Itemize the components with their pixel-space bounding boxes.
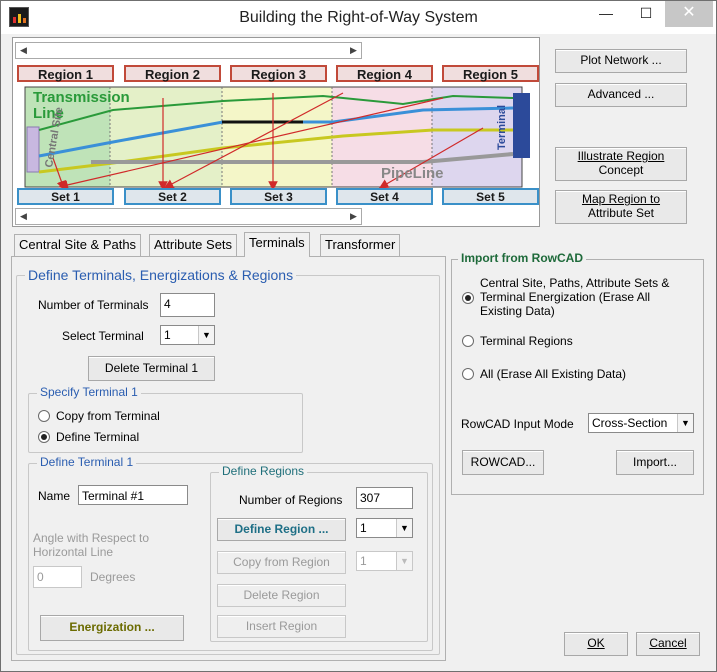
set-label-3: Set 3 (230, 188, 327, 205)
pipeline-text: PipeLine (381, 165, 444, 182)
import-option1-line3: Existing Data) (480, 304, 555, 318)
chevron-down-icon[interactable]: ▼ (677, 414, 693, 432)
chevron-down-icon[interactable]: ▼ (396, 552, 412, 570)
import-option-central-site-radio[interactable]: Central Site, Paths, Attribute Sets & Te… (462, 276, 698, 320)
scroll-left-icon[interactable]: ◀ (16, 209, 31, 224)
dialog-window: Building the Right-of-Way System — ☐ ✕ ◀… (0, 0, 717, 672)
cancel-label: Cancel (649, 636, 687, 651)
map-region-label-line2: Attribute Set (587, 206, 655, 220)
insert-region-button[interactable]: Insert Region (217, 615, 346, 638)
define-regions-group: Define Regions Number of Regions 307 Def… (210, 464, 428, 642)
copy-from-terminal-label: Copy from Terminal (56, 409, 160, 423)
delete-terminal-button[interactable]: Delete Terminal 1 (88, 356, 215, 381)
angle-label-line1: Angle with Respect to (33, 531, 150, 545)
transmission-text: Transmission (33, 89, 130, 106)
number-of-terminals-input[interactable]: 4 (160, 293, 215, 317)
energization-button[interactable]: Energization ... (40, 615, 184, 641)
rowcad-input-mode-label: RowCAD Input Mode (461, 417, 574, 431)
illustrate-region-label-line2: Concept (598, 163, 644, 177)
plot-network-button[interactable]: Plot Network ... (555, 49, 687, 73)
specify-terminal-group: Specify Terminal 1 Copy from Terminal De… (28, 385, 303, 453)
advanced-button[interactable]: Advanced ... (555, 83, 687, 107)
maximize-button[interactable]: ☐ (626, 1, 666, 27)
chevron-down-icon[interactable]: ▼ (396, 519, 412, 537)
import-option1-line1: Central Site, Paths, Attribute Sets & (480, 276, 670, 290)
define-region-value: 1 (360, 521, 367, 535)
chevron-down-icon[interactable]: ▼ (198, 326, 214, 344)
scroll-right-icon[interactable]: ▶ (346, 209, 361, 224)
select-terminal-dropdown[interactable]: 1 ▼ (160, 325, 215, 345)
central-site-bar (26, 126, 40, 173)
set-label-4: Set 4 (336, 188, 433, 205)
tab-central-site-paths[interactable]: Central Site & Paths (14, 234, 142, 256)
tab-terminals[interactable]: Terminals (244, 232, 310, 257)
define-terminals-group: Define Terminals, Energizations & Region… (16, 267, 440, 655)
import-button[interactable]: Import... (616, 450, 694, 475)
import-option3-label: All (Erase All Existing Data) (480, 367, 627, 381)
define-terminal-title: Define Terminal 1 (37, 455, 137, 469)
tab-transformer[interactable]: Transformer (320, 234, 401, 256)
ok-button[interactable]: OK (564, 632, 628, 656)
specify-terminal-title: Specify Terminal 1 (37, 385, 141, 399)
terminals-tab-panel: Define Terminals, Energizations & Region… (11, 256, 446, 661)
terminal-bar (513, 93, 530, 158)
define-region-button[interactable]: Define Region ... (217, 518, 346, 541)
import-option2-label: Terminal Regions (480, 334, 573, 348)
set-label-5: Set 5 (442, 188, 539, 205)
close-button[interactable]: ✕ (665, 1, 713, 27)
radio-button-icon[interactable] (38, 410, 50, 422)
copy-from-region-button[interactable]: Copy from Region (217, 551, 346, 574)
angle-label-line2: Horizontal Line (33, 545, 114, 559)
illustrate-region-concept-button[interactable]: Illustrate Region Concept (555, 147, 687, 181)
number-of-regions-label: Number of Regions (239, 493, 343, 507)
select-terminal-label: Select Terminal (62, 329, 144, 343)
select-terminal-value: 1 (164, 328, 171, 342)
define-region-dropdown[interactable]: 1 ▼ (356, 518, 413, 538)
tab-attribute-sets[interactable]: Attribute Sets (149, 234, 238, 256)
import-from-rowcad-title: Import from RowCAD (458, 251, 586, 265)
set-label-2: Set 2 (124, 188, 221, 205)
import-from-rowcad-group: Import from RowCAD Central Site, Paths, … (451, 251, 704, 495)
set-label-1: Set 1 (17, 188, 114, 205)
delete-region-button[interactable]: Delete Region (217, 584, 346, 607)
terminal-text: Terminal (496, 105, 508, 150)
radio-button-checked-icon[interactable] (462, 292, 474, 304)
minimize-button[interactable]: — (586, 1, 626, 27)
define-terminals-title: Define Terminals, Energizations & Region… (25, 267, 297, 283)
name-label: Name (38, 489, 71, 503)
row-diagram: ◀ ▶ Region 1 Region 2 Region 3 Region 4 … (12, 37, 540, 227)
cancel-button[interactable]: Cancel (636, 632, 700, 656)
radio-button-icon[interactable] (462, 335, 474, 347)
map-region-label-line1: Map Region to (581, 192, 661, 207)
rowcad-button[interactable]: ROWCAD... (462, 450, 544, 475)
map-region-to-attribute-set-button[interactable]: Map Region to Attribute Set (555, 190, 687, 224)
illustrate-region-label-line1: Illustrate Region (577, 149, 665, 164)
define-terminal-label: Define Terminal (56, 430, 140, 444)
region-area-5 (432, 87, 522, 187)
degrees-label: Degrees (90, 570, 136, 584)
radio-button-icon[interactable] (462, 368, 474, 380)
radio-button-checked-icon[interactable] (38, 431, 50, 443)
number-of-terminals-label: Number of Terminals (38, 298, 149, 312)
copy-from-region-value: 1 (360, 554, 367, 568)
number-of-regions-input[interactable]: 307 (356, 487, 413, 509)
bottom-horizontal-scrollbar[interactable]: ◀ ▶ (15, 208, 362, 225)
title-bar: Building the Right-of-Way System — ☐ ✕ (1, 1, 716, 34)
import-option1-line2: Terminal Energization (Erase All (480, 290, 651, 304)
copy-from-region-dropdown[interactable]: 1 ▼ (356, 551, 413, 571)
terminal-name-input[interactable]: Terminal #1 (78, 485, 188, 505)
rowcad-input-mode-dropdown[interactable]: Cross-Section ▼ (588, 413, 694, 433)
ok-label: OK (587, 636, 605, 651)
angle-input[interactable]: 0 (33, 566, 82, 588)
rowcad-input-mode-value: Cross-Section (592, 416, 668, 430)
define-regions-title: Define Regions (219, 464, 308, 478)
define-terminal-group: Define Terminal 1 Name Terminal #1 Angle… (28, 455, 433, 651)
